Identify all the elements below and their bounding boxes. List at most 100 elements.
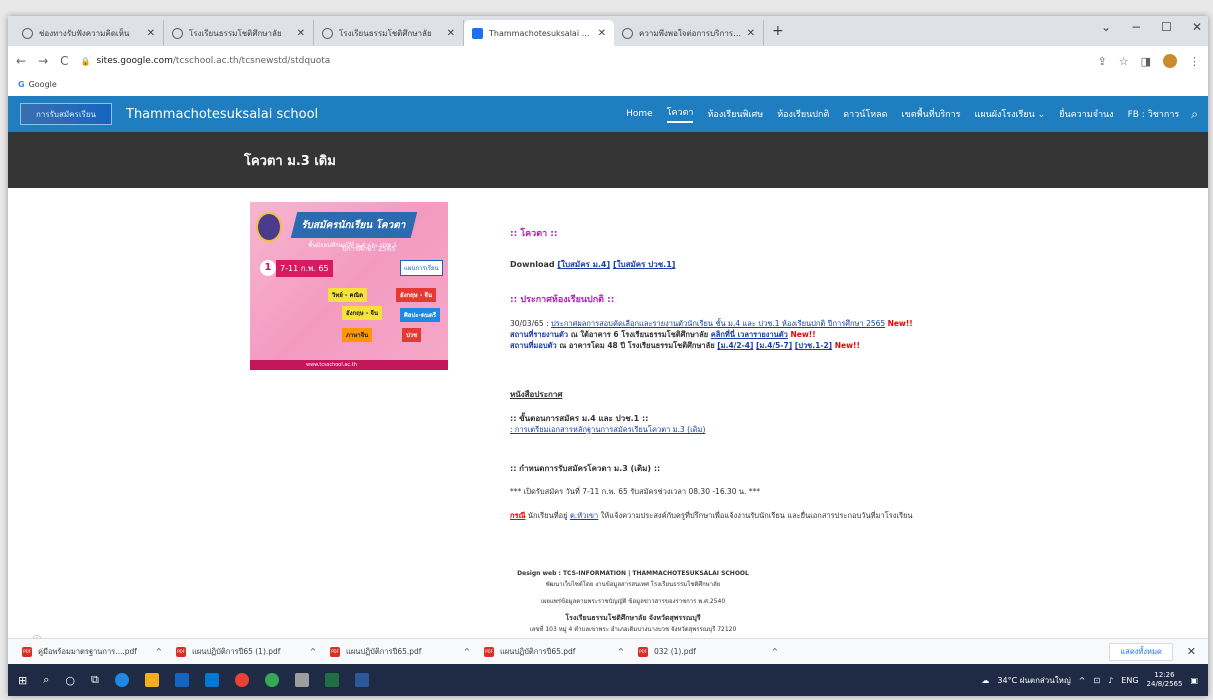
edge-icon[interactable] <box>114 673 129 687</box>
clock[interactable]: 12:26 24/8/2565 <box>1147 671 1183 689</box>
search-icon[interactable]: ⌕ <box>1191 107 1198 122</box>
chevron-up-icon[interactable]: ^ <box>310 647 316 656</box>
close-window-button[interactable]: ✕ <box>1192 20 1202 34</box>
tab-search-icon[interactable]: ⌄ <box>1101 20 1111 34</box>
download-row: Download [ใบสมัคร ม.4] [ใบสมัคร ปวช.1] <box>510 258 675 271</box>
poster-date: 7-11 ก.พ. 65 <box>276 260 333 277</box>
cortana-icon[interactable]: ○ <box>65 674 75 687</box>
word-icon[interactable] <box>354 673 369 687</box>
share-icon[interactable]: ⇪ <box>1098 55 1107 68</box>
tab-3[interactable]: โรงเรียนธรรมโชติศึกษาลัย ✕ <box>314 20 464 46</box>
chevron-up-icon[interactable]: ^ <box>156 647 162 656</box>
windows-taskbar: ⊞ ⌕ ○ ⧉ ☁ 34°C ฝนตกส่วนใหญ่ ^ ⊡ ♪ ENG 12… <box>8 664 1208 696</box>
chevron-up-icon[interactable]: ^ <box>772 647 778 656</box>
chevron-up-icon[interactable]: ^ <box>1079 676 1086 685</box>
download-filename: แผนปฏิบัติการปี65.pdf <box>500 646 576 656</box>
nav-fb-academic[interactable]: FB : วิชาการ <box>1128 107 1180 121</box>
report-time-link[interactable]: คลิกที่นี่ เวลารายงานตัว <box>711 330 788 339</box>
back-icon[interactable]: ← <box>16 54 26 68</box>
download-label: Download <box>510 260 555 269</box>
tab-2[interactable]: โรงเรียนธรรมโชติศึกษาลัย ✕ <box>164 20 314 46</box>
weather-text[interactable]: 34°C ฝนตกส่วนใหญ่ <box>997 674 1070 687</box>
hand-over-vocational-link[interactable]: [ปวช.1-2] <box>795 341 832 350</box>
download-item[interactable]: PDF 032 (1).pdf ^ <box>638 646 778 657</box>
maximize-button[interactable]: ☐ <box>1161 20 1172 34</box>
close-tab-icon[interactable]: ✕ <box>598 28 606 39</box>
store-icon[interactable] <box>174 673 189 687</box>
nav-special-class[interactable]: ห้องเรียนพิเศษ <box>707 107 763 121</box>
chevron-up-icon[interactable]: ^ <box>464 647 470 656</box>
task-view-icon[interactable]: ⧉ <box>91 673 99 687</box>
announce-line: 30/03/65 : ประกาศผลการสอบคัดเลือกและรายง… <box>510 318 1130 329</box>
prepare-documents-link[interactable]: : การเตรียมเอกสารหลักฐานการสมัครเรียนโคว… <box>510 425 705 434</box>
nav-request[interactable]: ยื่นความจำนง <box>1059 107 1113 121</box>
lock-icon[interactable]: 🔒 <box>81 57 91 66</box>
search-icon[interactable]: ⌕ <box>43 673 49 687</box>
mail-icon[interactable] <box>204 673 219 687</box>
school-emblem <box>256 212 282 242</box>
close-download-bar-button[interactable]: ✕ <box>1187 645 1196 658</box>
new-badge: New!! <box>887 319 913 328</box>
close-tab-icon[interactable]: ✕ <box>297 28 305 39</box>
file-explorer-icon[interactable] <box>144 673 159 687</box>
forward-icon[interactable]: → <box>38 54 48 68</box>
apply-vocational-link[interactable]: [ใบสมัคร ปวช.1] <box>613 260 676 269</box>
address-bar[interactable]: 🔒 sites.google.com/tcschool.ac.th/tcsnew… <box>81 56 1086 66</box>
nav-quota[interactable]: โควตา <box>666 105 694 123</box>
tab-4-active[interactable]: Thammachotesuksalai school - โ ✕ <box>464 20 614 46</box>
hand-over-m4-2-4-link[interactable]: [ม.4/2-4] <box>717 341 753 350</box>
download-item[interactable]: PDF แผนปฏิบัติการปี65 (1).pdf ^ <box>176 646 316 658</box>
download-filename: 032 (1).pdf <box>654 647 696 656</box>
tab-title: ช่องทางรับฟังความคิดเห็น <box>39 28 130 38</box>
sidepanel-icon[interactable]: ◨ <box>1141 55 1151 68</box>
download-item[interactable]: PDF แผนปฏิบัติการปี65.pdf ^ <box>330 646 470 658</box>
app-icon[interactable] <box>294 673 309 687</box>
poster-title: รับสมัครนักเรียน โควตา <box>290 212 418 238</box>
close-tab-icon[interactable]: ✕ <box>147 28 155 39</box>
windows-start-icon[interactable]: ⊞ <box>18 674 27 687</box>
nav-regular-class[interactable]: ห้องเรียนปกติ <box>777 107 829 121</box>
tab-1[interactable]: ช่องทางรับฟังความคิดเห็น ✕ <box>14 20 164 46</box>
poster-chip: วิทย์ - คณิต <box>328 288 367 302</box>
footer-developer: พัฒนาเว็บไซต์โดย งานข้อมูลสารสนเทศ โรงเร… <box>545 581 721 588</box>
close-tab-icon[interactable]: ✕ <box>747 28 755 39</box>
profile-avatar[interactable] <box>1163 54 1177 68</box>
close-tab-icon[interactable]: ✕ <box>447 28 455 39</box>
chevron-up-icon[interactable]: ^ <box>618 647 624 656</box>
nav-service-area[interactable]: เขตพื้นที่บริการ <box>902 107 961 121</box>
download-filename: แผนปฏิบัติการปี65.pdf <box>346 646 422 656</box>
url-path: /tcschool.ac.th/tcsnewstd/stdquota <box>172 56 331 66</box>
nav-download[interactable]: ดาวน์โหลด <box>843 107 887 121</box>
menu-dots-icon[interactable]: ⋮ <box>1189 55 1200 68</box>
notification-icon[interactable]: ▣ <box>1190 676 1198 685</box>
nav-school-map[interactable]: แผนผังโรงเรียน ⌄ <box>975 107 1046 121</box>
chrome-icon[interactable] <box>234 673 249 687</box>
weather-icon[interactable]: ☁ <box>981 676 989 685</box>
excel-icon[interactable] <box>324 673 339 687</box>
reload-icon[interactable]: C <box>60 54 68 68</box>
site-logo[interactable]: การรับสมัครเรียน <box>20 103 112 125</box>
announce-heading: :: ประกาศห้องเรียนปกติ :: <box>510 295 615 305</box>
download-item[interactable]: PDF คู่มือพร้อมมาตรฐานการ....pdf ^ <box>22 646 162 658</box>
window-controls: ⌄ − ☐ ✕ <box>1101 20 1202 34</box>
new-tab-button[interactable]: + <box>772 23 784 39</box>
show-all-downloads-button[interactable]: แสดงทั้งหมด <box>1109 642 1173 661</box>
nav-home[interactable]: Home <box>626 109 653 119</box>
minimize-button[interactable]: − <box>1131 20 1141 34</box>
bookmark-google[interactable]: Google <box>29 80 57 89</box>
announce-result-link[interactable]: ประกาศผลการสอบคัดเลือกและรายงานตัวนักเรี… <box>551 319 885 328</box>
apply-m4-link[interactable]: [ใบสมัคร ม.4] <box>557 260 610 269</box>
download-item[interactable]: PDF แผนปฏิบัติการปี65.pdf ^ <box>484 646 624 658</box>
volume-icon[interactable]: ♪ <box>1108 676 1113 685</box>
hand-over-m4-5-7-link[interactable]: [ม.4/5-7] <box>756 341 792 350</box>
tab-5[interactable]: ความพึงพอใจต่อการบริการจัดการศึก ✕ <box>614 20 764 46</box>
tab-title: ความพึงพอใจต่อการบริการจัดการศึก <box>639 28 743 38</box>
bookmark-star-icon[interactable]: ☆ <box>1119 55 1129 68</box>
language-indicator[interactable]: ENG <box>1121 676 1138 685</box>
site-name[interactable]: Thammachotesuksalai school <box>126 107 626 122</box>
globe-icon <box>622 27 633 39</box>
system-tray: ☁ 34°C ฝนตกส่วนใหญ่ ^ ⊡ ♪ ENG 12:26 24/8… <box>981 671 1198 689</box>
hua-khao-link[interactable]: ต.หัวเขา <box>570 511 598 520</box>
network-icon[interactable]: ⊡ <box>1093 676 1100 685</box>
line-icon[interactable] <box>264 673 279 687</box>
